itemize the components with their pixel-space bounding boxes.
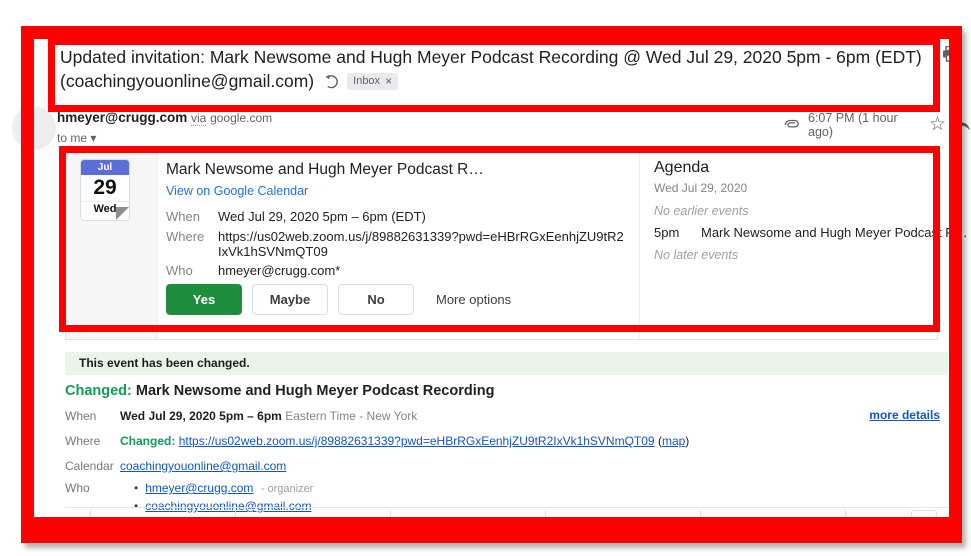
attendee-1-link[interactable]: hmeyer@crugg.com	[145, 481, 253, 495]
bullet-icon: •	[134, 481, 138, 495]
where-value-line1: https://us02web.zoom.us/j/89882631339?pw…	[218, 229, 624, 244]
when-value: Wed Jul 29, 2020 5pm – 6pm (EDT)	[218, 209, 426, 224]
who-value: hmeyer@crugg.com*	[218, 263, 340, 278]
who-label: Who	[166, 263, 218, 278]
reply-icon[interactable]	[954, 118, 971, 132]
agenda-event-time: 5pm	[654, 225, 701, 240]
organizer-label: - organizer	[261, 483, 314, 495]
detail-who-label: Who	[65, 481, 120, 495]
inbox-label-chip[interactable]: Inbox ×	[347, 73, 398, 90]
when-label: When	[166, 209, 218, 224]
cutoff-calendar-grid	[65, 507, 948, 518]
no-later-events: No later events	[654, 248, 738, 262]
calendar-owner-link[interactable]: coachingyouonline@gmail.com	[120, 459, 286, 473]
email-subject-line1: Updated invitation: Mark Newsome and Hug…	[60, 44, 932, 71]
map-link[interactable]: map	[662, 434, 685, 448]
calendar-invite-card: Jul 29 Wed Mark Newsome and Hugh Meyer P…	[65, 150, 938, 340]
zoom-meeting-link[interactable]: https://us02web.zoom.us/j/89882631339?pw…	[179, 434, 655, 448]
where-value-line2: IxVk1hSVNmQT09	[218, 244, 624, 259]
agenda-event-title: Mark Newsome and Hugh Meyer Podcast R…	[701, 225, 971, 240]
print-icon[interactable]	[942, 46, 959, 62]
detail-calendar-label: Calendar	[65, 459, 120, 473]
detail-where-label: Where	[65, 434, 120, 448]
dynamic-email-icon	[323, 74, 338, 89]
gmail-email-view: Updated invitation: Mark Newsome and Hug…	[0, 0, 971, 556]
sender-email: hmeyer@crugg.com	[57, 110, 187, 125]
star-icon[interactable]: ☆	[929, 117, 946, 133]
more-details-link[interactable]: more details	[869, 408, 940, 422]
rsvp-maybe-button[interactable]: Maybe	[252, 284, 328, 315]
detail-when-timezone: Eastern Time - New York	[285, 409, 417, 423]
where-changed-label: Changed:	[120, 434, 175, 448]
rsvp-no-button[interactable]: No	[338, 284, 414, 315]
email-subject-line2: (coachingyouonline@gmail.com)	[60, 71, 314, 92]
map-paren-close: )	[685, 434, 689, 448]
date-month: Jul	[81, 160, 129, 175]
where-label: Where	[166, 229, 218, 259]
agenda-date: Wed Jul 29, 2020	[654, 181, 747, 195]
chevron-down-icon: ▾	[90, 131, 96, 145]
to-me-dropdown[interactable]: to me ▾	[57, 131, 96, 145]
event-changed-banner: This event has been changed.	[65, 352, 948, 375]
card-divider	[639, 151, 640, 339]
date-day: 29	[81, 175, 129, 201]
changed-label: Changed:	[65, 383, 132, 399]
view-on-google-calendar-link[interactable]: View on Google Calendar	[166, 184, 308, 198]
card-date-column: Jul 29 Wed	[66, 151, 158, 339]
changed-event-title: Mark Newsome and Hugh Meyer Podcast Reco…	[136, 383, 495, 399]
via-label: via	[191, 111, 206, 126]
sender-avatar[interactable]	[12, 106, 56, 150]
event-title: Mark Newsome and Hugh Meyer Podcast R…	[166, 161, 596, 179]
detail-when-value: Wed Jul 29, 2020 5pm – 6pm	[120, 409, 282, 423]
more-options-link[interactable]: More options	[436, 292, 511, 307]
inbox-label: Inbox	[353, 75, 380, 88]
no-earlier-events: No earlier events	[654, 204, 749, 218]
date-fold-corner	[116, 207, 129, 220]
attachment-icon	[784, 119, 800, 131]
remove-label-icon[interactable]: ×	[385, 75, 392, 88]
agenda-title: Agenda	[654, 159, 709, 177]
via-domain: google.com	[210, 111, 272, 125]
email-timestamp: 6:07 PM (1 hour ago)	[808, 111, 899, 139]
agenda-event-row: 5pm Mark Newsome and Hugh Meyer Podcast …	[654, 225, 971, 240]
rsvp-yes-button[interactable]: Yes	[166, 284, 242, 315]
detail-when-label: When	[65, 409, 120, 423]
